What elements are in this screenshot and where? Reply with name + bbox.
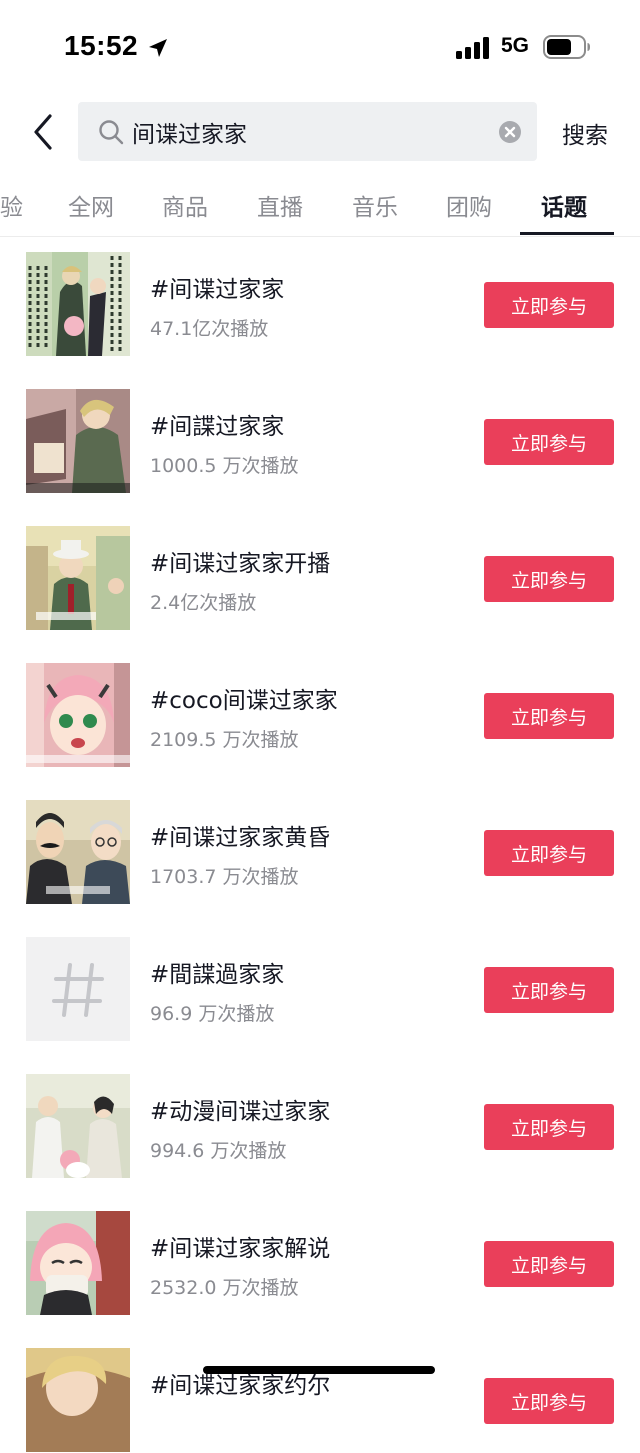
category-tabs: 验 全网 商品 直播 音乐 团购 话题: [0, 180, 640, 237]
topic-play-count: 96.9 万次播放: [150, 1003, 275, 1025]
location-arrow-icon: [149, 39, 167, 57]
topic-thumbnail: [26, 526, 130, 630]
topic-play-count: 2.4亿次播放: [150, 592, 257, 614]
home-indicator: [203, 1366, 435, 1374]
topic-play-count: 2532.0 万次播放: [150, 1277, 299, 1299]
topic-row[interactable]: #coco间谍过家家 2109.5 万次播放 立即参与: [0, 663, 640, 768]
topic-title: #间谍过家家黄昏: [150, 825, 331, 851]
magnifier-icon: [99, 120, 124, 145]
topic-title: #间諜过家家: [150, 414, 285, 440]
tab-music[interactable]: 音乐: [352, 188, 398, 222]
topic-title: #间谍过家家开播: [150, 551, 331, 577]
join-topic-button[interactable]: 立即参与: [484, 693, 614, 739]
join-topic-button[interactable]: 立即参与: [484, 1241, 614, 1287]
join-topic-button[interactable]: 立即参与: [484, 1104, 614, 1150]
status-bar: 15:52 5G: [0, 0, 640, 90]
topic-thumbnail: [26, 1074, 130, 1178]
search-bar[interactable]: [78, 102, 537, 161]
back-button[interactable]: [26, 110, 60, 154]
topic-row[interactable]: #间谍过家家开播 2.4亿次播放 立即参与: [0, 526, 640, 631]
topic-row[interactable]: #間諜過家家 96.9 万次播放 立即参与: [0, 937, 640, 1042]
search-submit-button[interactable]: 搜索: [562, 116, 608, 150]
join-topic-button[interactable]: 立即参与: [484, 282, 614, 328]
topic-title: #coco间谍过家家: [150, 688, 338, 714]
search-input[interactable]: [132, 102, 482, 161]
topic-play-count: 47.1亿次播放: [150, 318, 269, 340]
battery-icon: [543, 35, 590, 59]
tab-products[interactable]: 商品: [162, 188, 208, 222]
signal-bars-icon: [456, 37, 489, 59]
topic-thumbnail: [26, 389, 130, 493]
status-time: 15:52: [64, 30, 139, 61]
topic-thumbnail: [26, 252, 130, 356]
topic-row[interactable]: #间谍过家家 47.1亿次播放 立即参与: [0, 252, 640, 357]
topic-row[interactable]: #间谍过家家约尔 立即参与: [0, 1348, 640, 1453]
topic-thumbnail: [26, 800, 130, 904]
tab-live[interactable]: 直播: [257, 188, 303, 222]
topic-thumbnail: [26, 663, 130, 767]
tab-topics[interactable]: 话题: [541, 188, 587, 222]
tab-all-web[interactable]: 全网: [68, 188, 114, 222]
tab-experience[interactable]: 验: [0, 188, 23, 222]
tab-group-buy[interactable]: 团购: [446, 188, 492, 222]
topic-title: #間諜過家家: [150, 962, 285, 988]
topic-play-count: 1703.7 万次播放: [150, 866, 299, 888]
hashtag-placeholder-icon: [26, 937, 130, 1041]
topic-title: #动漫间谍过家家: [150, 1099, 331, 1125]
topic-thumbnail: [26, 1348, 130, 1452]
topic-row[interactable]: #间谍过家家黄昏 1703.7 万次播放 立即参与: [0, 800, 640, 905]
join-topic-button[interactable]: 立即参与: [484, 830, 614, 876]
topic-title: #间谍过家家: [150, 277, 285, 303]
topic-thumbnail: [26, 1211, 130, 1315]
join-topic-button[interactable]: 立即参与: [484, 967, 614, 1013]
join-topic-button[interactable]: 立即参与: [484, 419, 614, 465]
topic-title: #间谍过家家解说: [150, 1236, 331, 1262]
join-topic-button[interactable]: 立即参与: [484, 1378, 614, 1424]
topic-row[interactable]: #间諜过家家 1000.5 万次播放 立即参与: [0, 389, 640, 494]
clear-x-icon[interactable]: [498, 120, 522, 144]
network-type-label: 5G: [501, 34, 530, 57]
topic-play-count: 2109.5 万次播放: [150, 729, 299, 751]
topic-play-count: 1000.5 万次播放: [150, 455, 299, 477]
topic-row[interactable]: #动漫间谍过家家 994.6 万次播放 立即参与: [0, 1074, 640, 1179]
active-tab-indicator: [520, 232, 614, 235]
join-topic-button[interactable]: 立即参与: [484, 556, 614, 602]
topic-row[interactable]: #间谍过家家解说 2532.0 万次播放 立即参与: [0, 1211, 640, 1316]
topic-play-count: 994.6 万次播放: [150, 1140, 287, 1162]
